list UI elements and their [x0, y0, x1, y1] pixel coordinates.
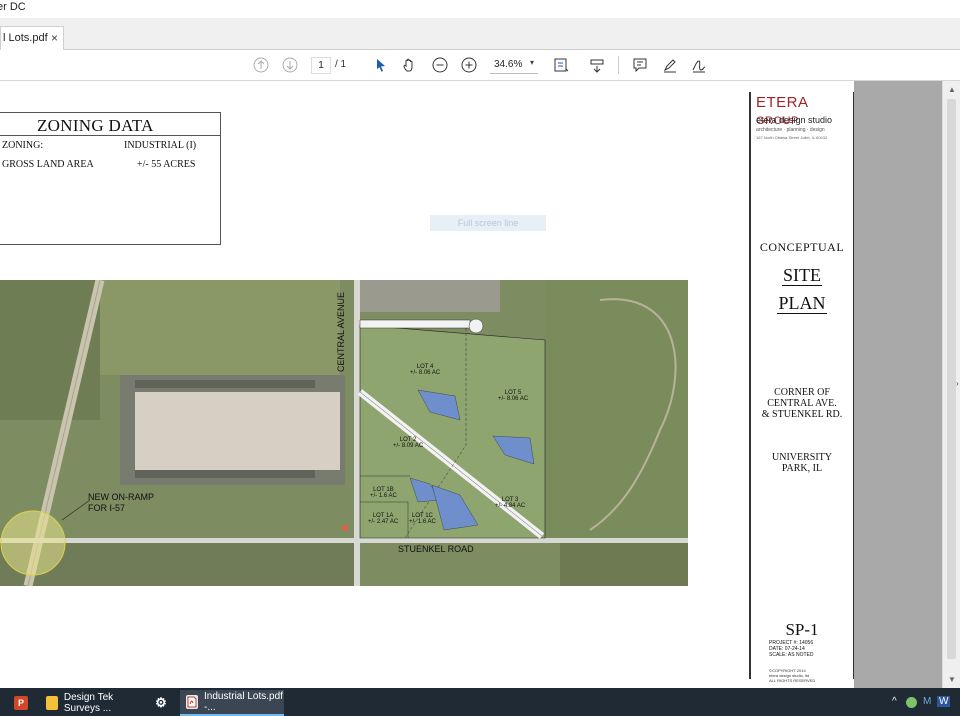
zoning-label: ZONING:	[2, 140, 44, 151]
studio-name: etera design studio	[756, 115, 833, 125]
divider	[0, 135, 220, 136]
tray-chevron-icon[interactable]: ^	[892, 696, 897, 707]
taskbar-label: Design Tek Surveys ...	[63, 692, 114, 714]
zoom-level: 34.6%	[494, 59, 523, 70]
tab-industrial-lots[interactable]: l Lots.pdf ×	[0, 26, 64, 50]
lot-label: LOT 1A +/- 2.47 AC	[368, 513, 399, 525]
page-number-input[interactable]: 1	[311, 57, 331, 74]
scrollbar-thumb[interactable]	[947, 99, 956, 659]
zoning-data-box: ZONING DATA ZONING: INDUSTRIAL (I) GROSS…	[0, 112, 221, 245]
zoom-out-icon[interactable]	[430, 55, 450, 75]
zoning-title: ZONING DATA	[37, 116, 154, 135]
lot-label: LOT 1B +/- 1.6 AC	[370, 487, 397, 499]
pdf-page: ZONING DATA ZONING: INDUSTRIAL (I) GROSS…	[0, 81, 854, 688]
sheet-heading: CONCEPTUAL	[759, 240, 845, 254]
prev-page-icon[interactable]	[251, 55, 271, 75]
pdf-toolbar: 1 / 1 34.6% ▾	[0, 50, 960, 81]
title-block: ETERA GROUP etera design studio architec…	[749, 92, 854, 683]
highlight-icon[interactable]	[660, 55, 680, 75]
powerpoint-icon: P	[14, 696, 28, 710]
tab-strip: l Lots.pdf ×	[0, 18, 960, 50]
tab-label: l Lots.pdf	[3, 32, 48, 44]
sheet-title-site: SITE	[782, 265, 822, 286]
ramp-label-line2: FOR I-57	[88, 503, 126, 513]
project-info: PROJECT #: 14056 DATE: 07-24-14 SCALE: A…	[769, 640, 814, 658]
stuenkel-road-label: STUENKEL ROAD	[398, 544, 474, 554]
central-avenue-label: CENTRAL AVENUE	[336, 291, 346, 372]
taskbar-powerpoint[interactable]: P	[8, 690, 40, 716]
studio-address: 167 North Ottawa Street Joliet, IL 60432	[756, 135, 828, 140]
lot-label: LOT 3 +/- 4.84 AC	[495, 497, 526, 509]
location-city: UNIVERSITY PARK, IL	[772, 452, 832, 474]
taskbar-settings[interactable]: ⚙	[148, 690, 176, 716]
zoom-level-select[interactable]: 34.6% ▾	[490, 57, 538, 74]
window-title-bar: er DC	[0, 0, 960, 18]
lot-label: LOT 5 +/- 8.06 AC	[498, 390, 529, 402]
taskbar-label: Industrial Lots.pdf -...	[204, 691, 283, 713]
fit-page-icon[interactable]	[551, 55, 571, 75]
toolbar-divider	[618, 56, 619, 74]
sheet-title-plan: PLAN	[777, 293, 827, 314]
ramp-label-line1: NEW ON-RAMP	[88, 492, 154, 502]
outlook-tray-icon[interactable]: M	[923, 696, 931, 707]
side-panel-toggle-icon[interactable]: ›	[956, 379, 959, 388]
window-title: er DC	[0, 1, 26, 13]
location-corner: CORNER OF CENTRAL AVE. & STUENKEL RD.	[761, 387, 843, 420]
word-tray-icon[interactable]: W	[937, 696, 951, 707]
page-total: / 1	[335, 59, 347, 70]
sheet-number: SP-1	[785, 620, 819, 639]
pdf-viewer-window: er DC l Lots.pdf × 1 / 1 34.6% ▾ ZONING …	[0, 0, 960, 716]
network-icon[interactable]	[906, 697, 917, 708]
lot-label: LOT 1C +/- 1.6 AC	[409, 513, 436, 525]
chevron-down-icon: ▾	[529, 58, 534, 67]
gear-icon: ⚙	[155, 695, 167, 710]
lot-label: LOT 4 +/- 8.06 AC	[410, 364, 441, 376]
area-label: GROSS LAND AREA	[2, 159, 94, 170]
area-value: +/- 55 ACRES	[137, 159, 196, 170]
folder-icon	[46, 696, 58, 710]
document-area[interactable]: ZONING DATA ZONING: INDUSTRIAL (I) GROSS…	[0, 81, 960, 688]
next-page-icon[interactable]	[280, 55, 300, 75]
aerial-site-plan: CENTRAL AVENUE STUENKEL ROAD NEW ON-RAMP…	[0, 280, 688, 586]
tab-close-icon[interactable]: ×	[51, 31, 58, 45]
taskbar-file-explorer[interactable]: Design Tek Surveys ...	[40, 690, 148, 716]
comment-icon[interactable]	[630, 55, 650, 75]
zoom-in-icon[interactable]	[459, 55, 479, 75]
scroll-down-icon[interactable]: ▼	[948, 675, 956, 684]
hand-icon[interactable]	[400, 55, 420, 75]
taskbar: P Design Tek Surveys ... ⚙ Industrial Lo…	[0, 688, 960, 716]
zoning-value: INDUSTRIAL (I)	[124, 140, 197, 151]
scroll-mode-icon[interactable]	[587, 55, 607, 75]
pdf-icon	[186, 695, 198, 709]
taskbar-pdf-viewer[interactable]: Industrial Lots.pdf -...	[180, 690, 284, 716]
fullscreen-hint: Full screen line	[430, 215, 546, 231]
studio-tagline: architecture · planning · design	[756, 127, 825, 133]
scroll-up-icon[interactable]: ▲	[948, 85, 956, 94]
select-arrow-icon[interactable]	[371, 55, 391, 75]
lot-label: LOT 2 +/- 8.09 AC	[393, 437, 424, 449]
page-margin	[854, 81, 942, 688]
sign-icon[interactable]	[689, 55, 709, 75]
copyright-info: ©COPYRIGHT 2014 etera design studio, ltd…	[769, 668, 816, 683]
